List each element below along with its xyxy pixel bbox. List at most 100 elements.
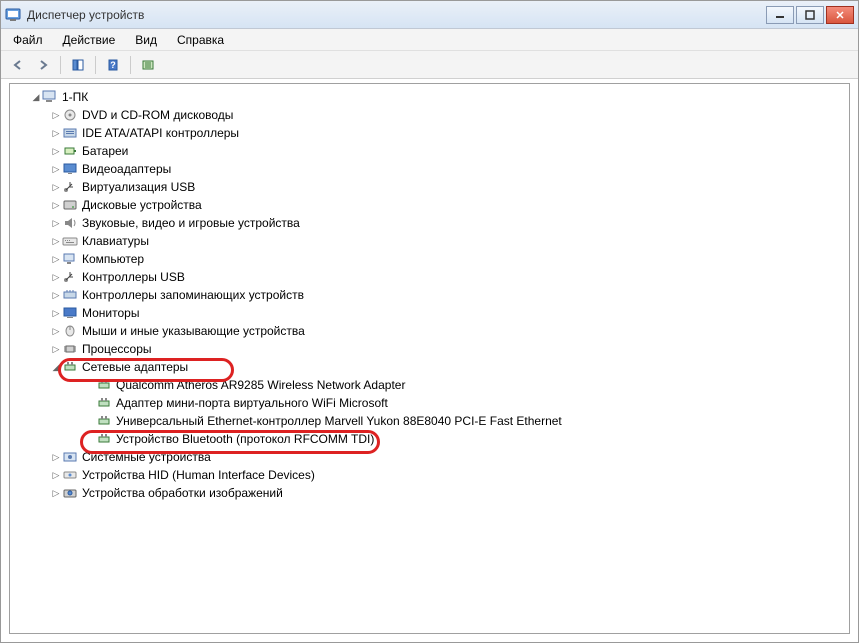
net-icon — [96, 414, 112, 428]
node-label[interactable]: Мыши и иные указывающие устройства — [82, 324, 305, 338]
node-label[interactable]: Адаптер мини-порта виртуального WiFi Mic… — [116, 396, 388, 410]
monitor-icon — [62, 306, 78, 320]
collapse-icon[interactable]: ◢ — [30, 92, 42, 103]
tree-node[interactable]: ◢ Сетевые адаптеры — [10, 358, 849, 376]
expand-icon[interactable]: ▷ — [50, 488, 62, 499]
tree-root[interactable]: ◢ 1-ПК — [10, 88, 849, 106]
close-button[interactable] — [826, 6, 854, 24]
forward-button[interactable] — [32, 54, 54, 76]
net-icon — [96, 432, 112, 446]
hid-icon — [62, 468, 78, 482]
keyboard-icon — [62, 234, 78, 248]
tree-node[interactable]: ▷ Дисковые устройства — [10, 196, 849, 214]
tree-node[interactable]: ▷ Контроллеры запоминающих устройств — [10, 286, 849, 304]
expand-icon[interactable]: ▷ — [50, 452, 62, 463]
controller-icon — [62, 288, 78, 302]
titlebar[interactable]: Диспетчер устройств — [1, 1, 858, 29]
usb-icon — [62, 270, 78, 284]
scan-hardware-button[interactable] — [137, 54, 159, 76]
disk-icon — [62, 198, 78, 212]
expand-icon[interactable]: ▷ — [50, 110, 62, 121]
tree-node[interactable]: Qualcomm Atheros AR9285 Wireless Network… — [10, 376, 849, 394]
imaging-icon — [62, 486, 78, 500]
node-label[interactable]: Устройство Bluetooth (протокол RFCOMM TD… — [116, 432, 374, 446]
node-label[interactable]: Устройства обработки изображений — [82, 486, 283, 500]
node-label[interactable]: Qualcomm Atheros AR9285 Wireless Network… — [116, 378, 405, 392]
minimize-button[interactable] — [766, 6, 794, 24]
node-label[interactable]: Системные устройства — [82, 450, 211, 464]
node-label[interactable]: Процессоры — [82, 342, 152, 356]
collapse-icon[interactable]: ◢ — [50, 362, 62, 373]
expand-icon[interactable]: ▷ — [50, 182, 62, 193]
root-label[interactable]: 1-ПК — [62, 90, 88, 104]
device-manager-window: Диспетчер устройств Файл Действие Вид Сп… — [0, 0, 859, 643]
expand-icon[interactable]: ▷ — [50, 470, 62, 481]
tree-node[interactable]: ▷ Устройства HID (Human Interface Devices… — [10, 466, 849, 484]
mouse-icon — [62, 324, 78, 338]
tree-node[interactable]: ▷ Системные устройства — [10, 448, 849, 466]
expand-icon[interactable]: ▷ — [50, 344, 62, 355]
node-label[interactable]: Батареи — [82, 144, 128, 158]
tree-node[interactable]: Универсальный Ethernet-контроллер Marvel… — [10, 412, 849, 430]
node-label[interactable]: Клавиатуры — [82, 234, 149, 248]
node-label[interactable]: Видеоадаптеры — [82, 162, 171, 176]
menu-file[interactable]: Файл — [5, 31, 51, 49]
tree-node[interactable]: ▷ Мониторы — [10, 304, 849, 322]
node-label[interactable]: Контроллеры USB — [82, 270, 185, 284]
node-label[interactable]: Мониторы — [82, 306, 139, 320]
expand-icon[interactable]: ▷ — [50, 308, 62, 319]
node-label[interactable]: Виртуализация USB — [82, 180, 195, 194]
tree-node[interactable]: ▷ Процессоры — [10, 340, 849, 358]
toolbar-separator — [60, 56, 61, 74]
expand-icon[interactable]: ▷ — [50, 146, 62, 157]
tree-node[interactable]: ▷ Виртуализация USB — [10, 178, 849, 196]
node-label[interactable]: IDE ATA/ATAPI контроллеры — [82, 126, 239, 140]
computer-icon — [42, 90, 58, 104]
tree-node[interactable]: ▷ IDE ATA/ATAPI контроллеры — [10, 124, 849, 142]
toolbar-separator — [130, 56, 131, 74]
node-label[interactable]: Звуковые, видео и игровые устройства — [82, 216, 300, 230]
back-button[interactable] — [7, 54, 29, 76]
show-hide-tree-button[interactable] — [67, 54, 89, 76]
ide-icon — [62, 126, 78, 140]
tree-node[interactable]: ▷ Мыши и иные указывающие устройства — [10, 322, 849, 340]
node-label[interactable]: Сетевые адаптеры — [82, 360, 188, 374]
tree-node[interactable]: ▷ Контроллеры USB — [10, 268, 849, 286]
tree-node[interactable]: ▷ Звуковые, видео и игровые устройства — [10, 214, 849, 232]
expand-icon[interactable]: ▷ — [50, 128, 62, 139]
tree-node[interactable]: Адаптер мини-порта виртуального WiFi Mic… — [10, 394, 849, 412]
sound-icon — [62, 216, 78, 230]
tree-node[interactable]: ▷ Видеоадаптеры — [10, 160, 849, 178]
tree-node[interactable]: ▷ Компьютер — [10, 250, 849, 268]
toolbar-separator — [95, 56, 96, 74]
expand-icon[interactable]: ▷ — [50, 218, 62, 229]
tree-node[interactable]: ▷ Батареи — [10, 142, 849, 160]
tree-node[interactable]: ▷ Устройства обработки изображений — [10, 484, 849, 502]
expand-icon[interactable]: ▷ — [50, 200, 62, 211]
menu-view[interactable]: Вид — [127, 31, 165, 49]
expand-icon[interactable]: ▷ — [50, 326, 62, 337]
node-label[interactable]: DVD и CD-ROM дисководы — [82, 108, 233, 122]
expand-icon[interactable]: ▷ — [50, 272, 62, 283]
tree-node[interactable]: ▷ Клавиатуры — [10, 232, 849, 250]
help-button[interactable]: ? — [102, 54, 124, 76]
tree-node[interactable]: Устройство Bluetooth (протокол RFCOMM TD… — [10, 430, 849, 448]
disc-icon — [62, 108, 78, 122]
display-icon — [62, 162, 78, 176]
node-label[interactable]: Компьютер — [82, 252, 144, 266]
maximize-button[interactable] — [796, 6, 824, 24]
menu-help[interactable]: Справка — [169, 31, 232, 49]
device-tree[interactable]: ◢ 1-ПК ▷ DVD и CD-ROM дисководы ▷ IDE ATA/A… — [9, 83, 850, 634]
node-label[interactable]: Устройства HID (Human Interface Devices) — [82, 468, 315, 482]
toolbar: ? — [1, 51, 858, 79]
menu-action[interactable]: Действие — [55, 31, 124, 49]
expand-icon[interactable]: ▷ — [50, 236, 62, 247]
node-label[interactable]: Контроллеры запоминающих устройств — [82, 288, 304, 302]
expand-icon[interactable]: ▷ — [50, 290, 62, 301]
tree-node[interactable]: ▷ DVD и CD-ROM дисководы — [10, 106, 849, 124]
expand-icon[interactable]: ▷ — [50, 254, 62, 265]
node-label[interactable]: Дисковые устройства — [82, 198, 202, 212]
net-icon — [96, 396, 112, 410]
node-label[interactable]: Универсальный Ethernet-контроллер Marvel… — [116, 414, 562, 428]
expand-icon[interactable]: ▷ — [50, 164, 62, 175]
